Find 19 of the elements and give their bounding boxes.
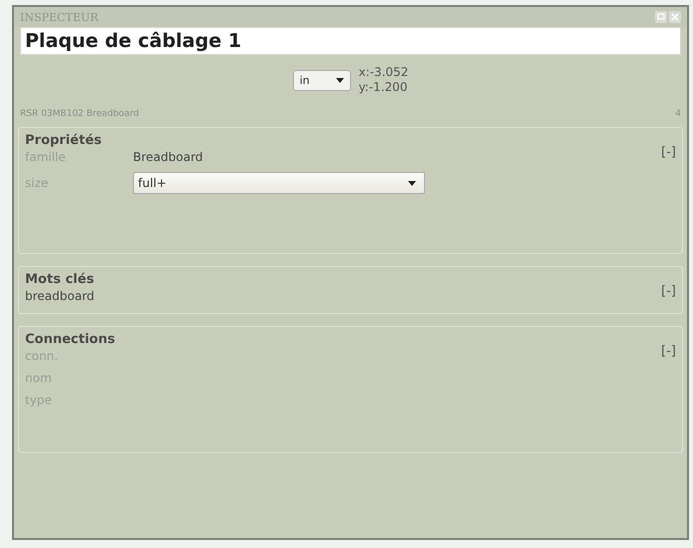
y-coordinate: y:-1.200 xyxy=(358,80,408,95)
part-count: 4 xyxy=(675,109,681,119)
unit-dropdown[interactable]: in xyxy=(292,70,351,90)
size-dropdown[interactable]: full+ xyxy=(133,172,425,194)
collapse-toggle[interactable]: [-] xyxy=(661,284,676,299)
float-icon[interactable] xyxy=(655,11,667,23)
property-value: breadboard xyxy=(25,289,94,303)
part-description: RSR 03MB102 Breadboard xyxy=(20,109,139,119)
section-title: Mots clés xyxy=(25,272,94,287)
x-coordinate: x:-3.052 xyxy=(358,65,408,80)
section-title: Propriétés xyxy=(25,133,103,148)
name-field[interactable]: Plaque de câblage 1 xyxy=(20,27,681,55)
caret-icon xyxy=(336,78,344,82)
section-title: Connections xyxy=(25,332,116,347)
property-value: Breadboard xyxy=(133,150,203,164)
collapse-toggle[interactable]: [-] xyxy=(661,145,676,160)
caret-icon xyxy=(408,180,416,186)
close-icon[interactable] xyxy=(669,11,681,23)
collapse-toggle[interactable]: [-] xyxy=(661,344,676,359)
